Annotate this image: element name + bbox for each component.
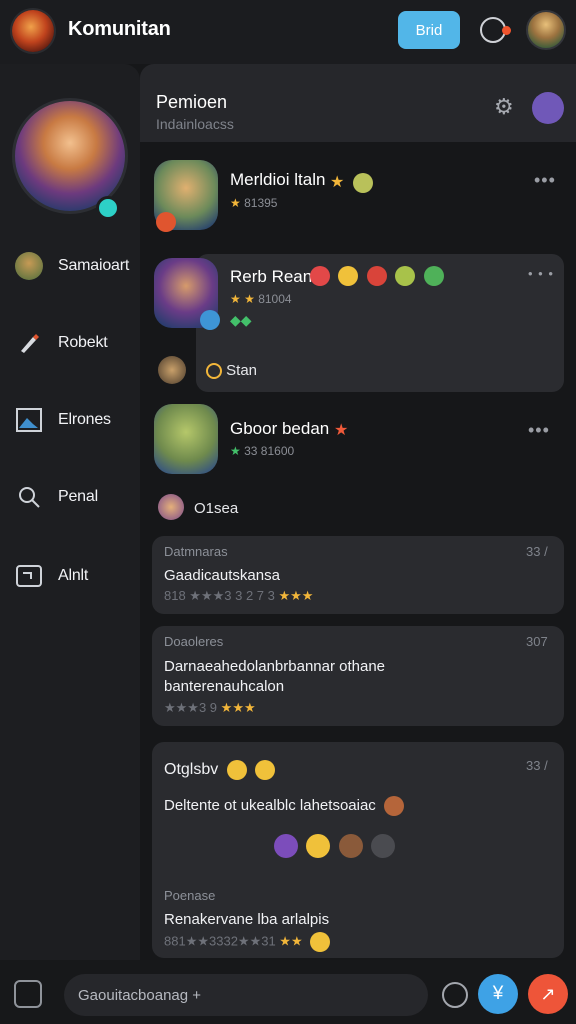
header-avatar[interactable] [532,92,564,124]
image-icon [14,405,44,435]
card-body: Darnaeahedolanbrbannar othane banterenau… [164,658,386,695]
profile-badge [96,196,120,220]
avatar-icon [14,251,44,281]
sidebar-item-robekt[interactable]: Robekt [14,323,138,363]
main-header: Pemioen Indainloacss ⚙ [140,64,576,142]
star-icon: ★ [230,196,241,210]
post-meta: ★ 33 81600 [230,444,295,458]
user-avatar[interactable] [526,10,566,50]
star-icon: ★ [230,444,241,458]
folder-icon [14,561,44,591]
card-header: Doaoleres [164,634,224,649]
search-icon [206,363,222,380]
sidebar-item-penal[interactable]: Penal [14,477,138,517]
star-icon: ★ [330,174,345,191]
post-author[interactable]: Rerb Rean [230,267,312,287]
post-reactions: ★ [334,420,348,440]
emoji-row [270,834,396,858]
reply-avatar[interactable] [158,494,184,520]
post-meta: ★ ★ 81004 [230,292,292,306]
card-rating: 881★★3332★★31 ★★ [164,932,331,952]
emoji-icon [310,932,331,952]
card-body: Deltente ot ukealblc lahetsoaiac [164,796,404,817]
card-footer-body: Renakervane lba arlalpis [164,911,330,928]
post-badge [200,310,220,330]
post-author[interactable]: Gboor bedan [230,419,329,439]
status-dot [502,26,511,35]
page-title: Pemioen [156,92,228,112]
card-header: Otglsbv [164,760,276,780]
app-logo[interactable] [12,10,54,52]
sidebar-item-label: Penal [58,488,98,505]
reply-avatar[interactable] [158,356,186,384]
sidebar-item-label: Alnlt [58,567,89,584]
search-icon [14,482,44,512]
card-rating: 818 ★★★3 3 2 7 3 ★★★ [164,588,314,603]
more-options-icon[interactable]: • • • [528,266,554,281]
emoji-icon [338,834,363,858]
post-avatar[interactable] [154,404,218,474]
emoji-icon [371,834,396,858]
star-icon: ★ ★ [230,292,255,306]
sidebar-item-elrones[interactable]: Elrones [14,400,138,440]
emoji-icon [338,266,359,286]
card-header: Datmnaras [164,544,228,559]
emoji-icon [306,834,331,858]
emoji-icon [310,266,330,286]
emoji-icon [352,172,373,193]
pen-icon [14,328,44,358]
post-author[interactable]: Merldioi ltaln [230,170,325,190]
top-action-button[interactable]: Brid [398,11,460,49]
more-options-icon[interactable]: ••• [534,170,556,191]
card-body: Gaadicautskansa [164,567,280,584]
card-count: 33 / [526,544,548,559]
emoji-icon [366,266,387,286]
emoji-icon [383,796,404,817]
card-rating: ★★★3 9 ★★★ [164,700,256,715]
reply-label: Stan [206,362,257,380]
star-icon: ★ [334,422,349,439]
sidebar-item-label: Robekt [58,334,108,351]
post-meta: ★ 81395 [230,196,278,210]
emoji-icon [423,266,444,286]
app-title: Komunitan [68,18,171,40]
gem-icon: ◆◆ [230,312,252,328]
sidebar-item-samaioart[interactable]: Samaioart [14,246,138,286]
action-button[interactable]: ↗ [528,974,568,1014]
card-count: 33 / [526,758,548,773]
page-subtitle: Indainloacss [156,116,234,132]
sidebar-item-label: Samaioart [58,257,130,274]
message-input[interactable]: Gaouitacboanag + [64,974,428,1016]
emoji-icon [395,266,416,286]
emoji-icon [226,760,247,780]
gear-icon[interactable]: ⚙ [494,94,514,120]
sidebar-item-label: Elrones [58,411,111,428]
more-options-icon[interactable]: ••• [528,420,550,441]
card-footer-title: Poenase [164,888,216,903]
post-reactions [306,266,444,286]
sidebar-item-alnlt[interactable]: Alnlt [14,556,138,596]
camera-icon[interactable] [442,982,468,1008]
send-button[interactable]: ¥ [478,974,518,1014]
reply-label: O1sea [194,500,239,517]
emoji-icon [255,760,276,780]
attach-icon[interactable] [14,980,42,1008]
post-badge [156,212,176,232]
emoji-icon [274,834,298,858]
post-reactions: ★ [330,172,373,193]
card-count: 307 [526,634,548,649]
